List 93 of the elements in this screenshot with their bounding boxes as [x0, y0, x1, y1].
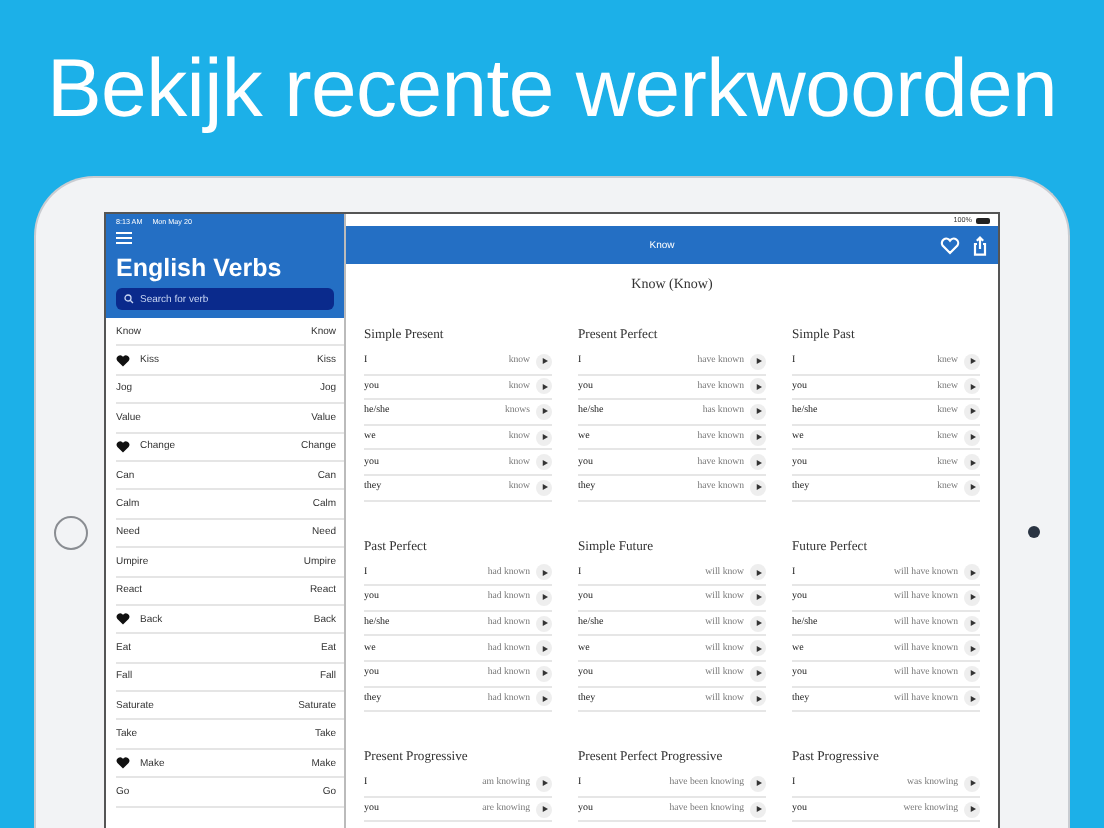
- play-icon: [755, 594, 761, 601]
- menu-icon[interactable]: [116, 232, 132, 244]
- play-icon: [755, 670, 761, 677]
- play-icon: [541, 434, 547, 441]
- play-button[interactable]: [536, 429, 552, 446]
- share-icon[interactable]: [970, 235, 990, 255]
- play-button[interactable]: [536, 665, 552, 682]
- play-button[interactable]: [750, 454, 766, 471]
- play-button[interactable]: [750, 353, 766, 370]
- play-icon: [541, 780, 547, 787]
- play-icon: [541, 670, 547, 677]
- play-button[interactable]: [750, 640, 766, 657]
- play-button[interactable]: [536, 454, 552, 471]
- play-icon: [541, 569, 547, 576]
- play-button[interactable]: [964, 589, 980, 606]
- play-icon: [541, 484, 547, 491]
- camera-dot: [1028, 526, 1040, 538]
- play-button[interactable]: [750, 615, 766, 632]
- play-button[interactable]: [964, 801, 980, 818]
- play-icon: [755, 459, 761, 466]
- play-icon: [969, 358, 975, 365]
- play-button[interactable]: [536, 564, 552, 581]
- play-icon: [541, 594, 547, 601]
- play-button[interactable]: [750, 589, 766, 606]
- play-icon: [755, 434, 761, 441]
- play-button[interactable]: [964, 403, 980, 420]
- play-icon: [755, 645, 761, 652]
- play-button[interactable]: [536, 801, 552, 818]
- heart-icon[interactable]: [940, 235, 960, 255]
- play-button[interactable]: [750, 564, 766, 581]
- play-icon: [969, 434, 975, 441]
- play-button[interactable]: [750, 690, 766, 707]
- search-icon: [124, 294, 134, 304]
- play-button[interactable]: [750, 403, 766, 420]
- play-icon: [541, 695, 547, 702]
- play-button[interactable]: [964, 640, 980, 657]
- play-icon: [755, 620, 761, 627]
- play-icon: [969, 695, 975, 702]
- play-button[interactable]: [964, 564, 980, 581]
- play-button[interactable]: [964, 479, 980, 496]
- play-icon: [755, 780, 761, 787]
- play-button[interactable]: [536, 353, 552, 370]
- play-button[interactable]: [536, 403, 552, 420]
- play-button[interactable]: [964, 378, 980, 395]
- play-icon: [755, 383, 761, 390]
- play-button[interactable]: [750, 775, 766, 792]
- play-button[interactable]: [536, 589, 552, 606]
- play-icon: [541, 358, 547, 365]
- play-icon: [755, 358, 761, 365]
- play-button[interactable]: [964, 454, 980, 471]
- headline: Bekijk recente werkwoorden: [45, 40, 1059, 138]
- play-button[interactable]: [536, 615, 552, 632]
- play-icon: [969, 484, 975, 491]
- play-icon: [541, 806, 547, 813]
- play-icon: [755, 695, 761, 702]
- play-icon: [541, 459, 547, 466]
- play-icon: [969, 459, 975, 466]
- play-icon: [541, 383, 547, 390]
- play-button[interactable]: [536, 690, 552, 707]
- play-icon: [755, 806, 761, 813]
- play-icon: [541, 408, 547, 415]
- play-button[interactable]: [536, 640, 552, 657]
- play-button[interactable]: [750, 801, 766, 818]
- play-button[interactable]: [964, 690, 980, 707]
- play-button[interactable]: [964, 353, 980, 370]
- play-icon: [755, 569, 761, 576]
- play-icon: [755, 408, 761, 415]
- play-button[interactable]: [750, 665, 766, 682]
- sidebar-title: English Verbs: [116, 254, 284, 282]
- play-icon: [755, 484, 761, 491]
- play-button[interactable]: [536, 479, 552, 496]
- play-button[interactable]: [750, 429, 766, 446]
- play-icon: [969, 645, 975, 652]
- play-button[interactable]: [964, 775, 980, 792]
- play-icon: [541, 645, 547, 652]
- play-icon: [969, 408, 975, 415]
- play-button[interactable]: [750, 479, 766, 496]
- battery-icon: [976, 217, 990, 223]
- play-button[interactable]: [536, 775, 552, 792]
- play-icon: [541, 620, 547, 627]
- play-icon: [969, 806, 975, 813]
- play-button[interactable]: [964, 615, 980, 632]
- play-icon: [969, 780, 975, 787]
- play-button[interactable]: [964, 429, 980, 446]
- play-icon: [969, 383, 975, 390]
- play-icon: [969, 670, 975, 677]
- play-icon: [969, 620, 975, 627]
- home-button[interactable]: [53, 515, 87, 549]
- play-icon: [969, 569, 975, 576]
- play-icon: [969, 594, 975, 601]
- play-button[interactable]: [964, 665, 980, 682]
- play-button[interactable]: [750, 378, 766, 395]
- play-button[interactable]: [536, 378, 552, 395]
